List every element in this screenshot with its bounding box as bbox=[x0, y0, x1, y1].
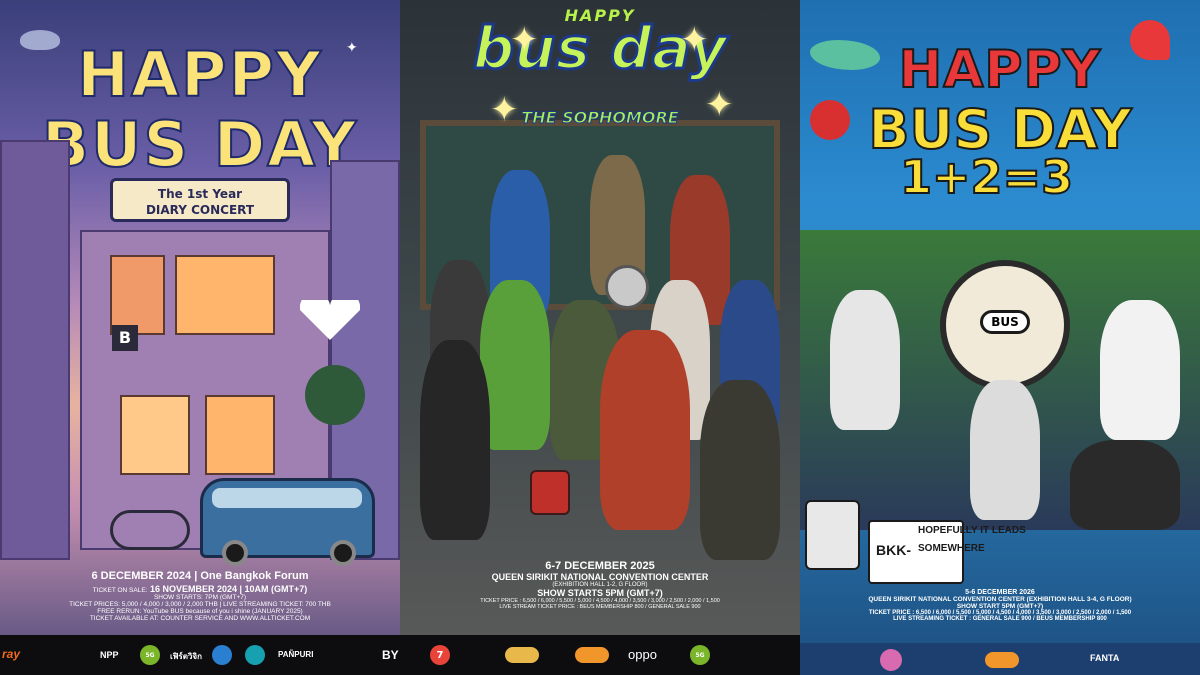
tree bbox=[305, 365, 365, 425]
poster-happy-bus-day-2024: ✦ HAPPY BUS DAY The 1st Year DIARY CONCE… bbox=[0, 0, 400, 675]
sponsor-logo-by: BY bbox=[382, 648, 399, 662]
sponsor-logo-ais: 5G bbox=[140, 645, 160, 665]
helmet-icon bbox=[605, 265, 649, 309]
poster1-date-venue: 6 DECEMBER 2024 | One Bangkok Forum bbox=[91, 570, 309, 582]
poster1-free-rerun: FREE RERUN: YouTube BUS because of you i… bbox=[97, 608, 303, 615]
sponsor-logo-panpuri: PAÑPURI bbox=[278, 650, 314, 659]
poster3-title-line1: HAPPY bbox=[898, 39, 1102, 101]
poster3-show-start: SHOW START 5PM (GMT+7) bbox=[956, 603, 1044, 610]
poster1-ticket-available: TICKET AVAILABLE AT: COUNTER SERVICE AND… bbox=[89, 615, 311, 622]
bus-logo-sign: B bbox=[112, 325, 138, 351]
poster-happy-bus-day-2025: HAPPY bus day THE SOPHOMORE ✦ ✦ ✦ ✦ 6-7 … bbox=[400, 0, 800, 675]
poster2-title: bus day bbox=[471, 14, 728, 82]
poster-happy-bus-day-2026: HAPPY BUS DAY 1+2=3 BUS BKK- HOPEFULLY I… bbox=[800, 0, 1200, 675]
member-figure bbox=[830, 290, 900, 430]
sparkle-icon: ✦ bbox=[680, 20, 709, 60]
member-figure bbox=[1100, 300, 1180, 440]
sponsor-logo bbox=[505, 647, 539, 663]
poster1-ticket-sale: TICKET ON SALE: 16 NOVEMBER 2024 | 10AM … bbox=[0, 584, 400, 594]
building-left bbox=[0, 140, 70, 560]
suitcase-icon bbox=[805, 500, 860, 570]
sponsor-logo-circle bbox=[245, 645, 265, 665]
poster1-title-line1: HAPPY bbox=[76, 37, 323, 112]
poster1-subtitle-box: The 1st Year DIARY CONCERT bbox=[110, 178, 290, 222]
clock-bus-label: BUS bbox=[980, 310, 1030, 334]
poster1-show-starts: SHOW STARTS: 7PM (GMT+7) bbox=[153, 594, 247, 601]
poster1-ticket-sale-date: 16 NOVEMBER 2024 | 10AM (GMT+7) bbox=[149, 584, 308, 594]
tagline-text: HOPEFULLY IT LEADS SOMEWHERE bbox=[918, 525, 1026, 554]
van-wheel bbox=[330, 540, 356, 566]
sponsor-logo bbox=[575, 647, 609, 663]
shop-window bbox=[120, 395, 190, 475]
poster3-venue: QUEEN SIRIKIT NATIONAL CONVENTION CENTER… bbox=[868, 596, 1132, 603]
poster3-dates: 5-6 DECEMBER 2026 bbox=[965, 589, 1035, 596]
lit-window-bottom bbox=[205, 395, 275, 475]
sponsor-logo bbox=[880, 649, 902, 671]
lit-window-top bbox=[175, 255, 275, 335]
poster3-title-line3: 1+2=3 bbox=[899, 149, 1074, 205]
poster1-info: 6 DECEMBER 2024 | One Bangkok Forum TICK… bbox=[0, 570, 400, 622]
sponsor-logo-circle bbox=[212, 645, 232, 665]
poster1-subtitle-line2: DIARY CONCERT bbox=[145, 203, 255, 217]
sponsor-logo-fanta: FANTA bbox=[1090, 653, 1120, 663]
poster2-show-starts: SHOW STARTS 5PM (GMT+7) bbox=[537, 588, 663, 598]
sponsor-logo-oppo: oppo bbox=[628, 647, 657, 662]
poster2-info: 6-7 DECEMBER 2025 QUEEN SIRIKIT NATIONAL… bbox=[400, 560, 800, 610]
sponsor-logo-partial: ray bbox=[2, 647, 21, 661]
van-windows bbox=[212, 488, 362, 508]
balloons-window bbox=[110, 255, 165, 335]
sponsor-logo-thai: เฟิร์ตวิจิก bbox=[170, 652, 202, 661]
poster3-info: 5-6 DECEMBER 2026 QUEEN SIRIKIT NATIONAL… bbox=[800, 589, 1200, 622]
sponsor-logo-7eleven: 7 bbox=[430, 645, 450, 665]
poster3-sponsor-bar: FANTA bbox=[800, 643, 1200, 675]
poster1-sponsor-bar: ray NPP 5G เฟิร์ตวิจิก PAÑPURI BY bbox=[0, 635, 400, 675]
member-figure bbox=[1070, 440, 1180, 530]
sponsor-logo-ais: 5G bbox=[690, 645, 710, 665]
poster2-sponsor-bar: 7 oppo 5G bbox=[400, 635, 800, 675]
poster2-dates: 6-7 DECEMBER 2025 bbox=[545, 560, 655, 572]
sparkle-icon: ✦ bbox=[705, 85, 734, 125]
poster3-live-stream: LIVE STREAMING TICKET : GENERAL SALE 900… bbox=[893, 616, 1107, 622]
sparkle-icon: ✦ bbox=[510, 20, 539, 60]
member-figure bbox=[970, 380, 1040, 520]
member-figure-red-hair bbox=[600, 330, 690, 530]
member-figure bbox=[700, 380, 780, 560]
bicycle-icon bbox=[110, 510, 190, 550]
poster2-band-name: THE SOPHOMORE bbox=[521, 108, 679, 128]
suitcase-icon bbox=[530, 470, 570, 515]
sparkle-icon: ✦ bbox=[490, 90, 519, 130]
poster1-ticket-prices: TICKET PRICES: 5,000 / 4,000 / 3,000 / 2… bbox=[69, 601, 331, 608]
van-wheel bbox=[222, 540, 248, 566]
sponsor-logo-npp: NPP bbox=[100, 650, 119, 660]
member-figure bbox=[420, 340, 490, 540]
poster2-live-stream: LIVE STREAM TICKET PRICE : BEUS MEMBERSH… bbox=[499, 604, 701, 610]
member-figure bbox=[480, 280, 550, 450]
poster1-ticket-sale-label: TICKET ON SALE: bbox=[92, 587, 148, 594]
sponsor-logo bbox=[985, 652, 1019, 668]
poster1-subtitle-line1: The 1st Year bbox=[157, 187, 243, 201]
poster2-venue: QUEEN SIRIKIT NATIONAL CONVENTION CENTER bbox=[491, 572, 709, 582]
